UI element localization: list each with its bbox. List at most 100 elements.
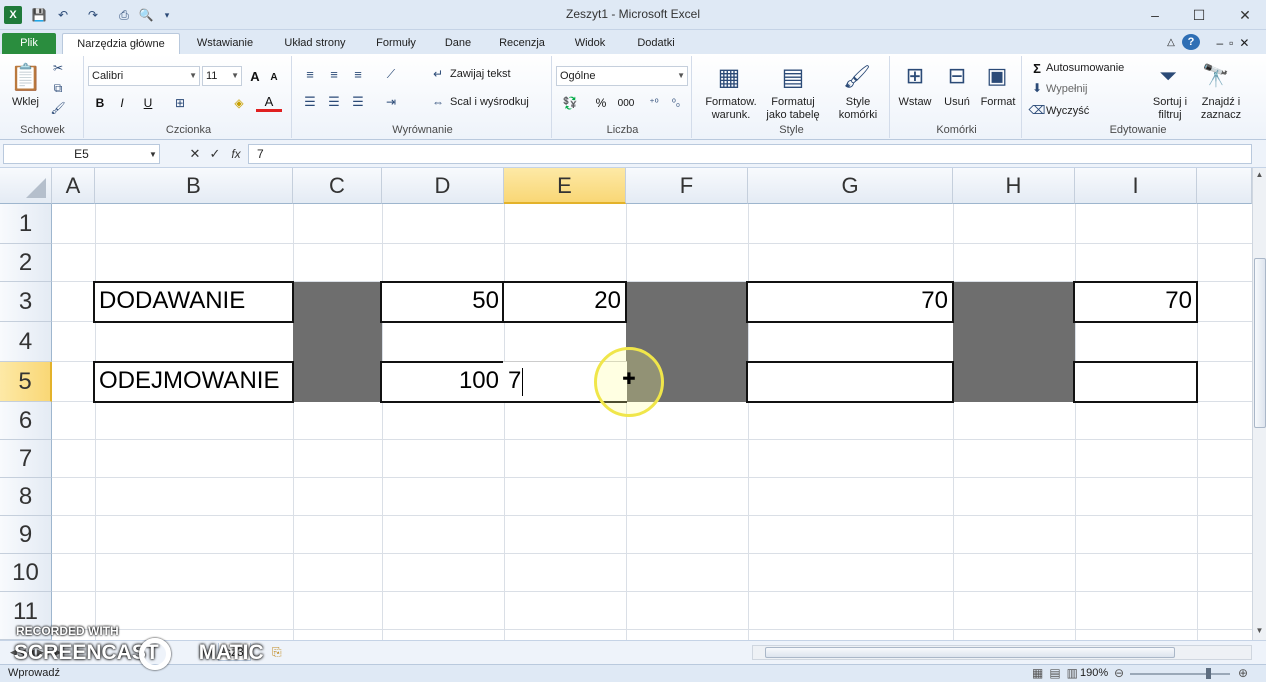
number-format-select[interactable]: Ogólne ▼: [556, 66, 688, 86]
zoom-out-button[interactable]: ⊖: [1114, 666, 1124, 680]
cell-d5[interactable]: 100: [380, 361, 505, 403]
tab-page-layout[interactable]: Układ strony: [272, 33, 358, 54]
row-header-3[interactable]: 3: [0, 282, 52, 322]
delete-cells-icon[interactable]: ⊟: [942, 60, 972, 92]
name-box-dropdown-icon[interactable]: ▼: [148, 146, 158, 162]
autosum-icon[interactable]: Σ: [1030, 60, 1044, 76]
format-as-table-line1[interactable]: Formatuj: [760, 96, 826, 108]
indent-icon[interactable]: ⇥: [378, 94, 404, 110]
fill-color-icon[interactable]: ◈: [226, 94, 252, 112]
merge-center-button[interactable]: Scal i wyśrodkuj: [450, 96, 529, 108]
zoom-slider-thumb[interactable]: [1206, 668, 1211, 679]
workbook-window-controls[interactable]: –▫✕: [1206, 33, 1266, 54]
vertical-scrollbar[interactable]: ▲ ▼: [1252, 168, 1266, 640]
wrap-text-icon[interactable]: ↵: [430, 66, 446, 82]
insert-cells-button[interactable]: Wstaw: [896, 96, 934, 108]
row-header-8[interactable]: 8: [0, 478, 52, 516]
align-bottom-icon[interactable]: ≡: [348, 66, 368, 82]
cell-styles-icon[interactable]: 🖌: [840, 60, 874, 94]
row-header-9[interactable]: 9: [0, 516, 52, 554]
comma-style-button[interactable]: 000: [614, 94, 638, 112]
bold-button[interactable]: B: [92, 94, 108, 112]
wrap-text-button[interactable]: Zawijaj tekst: [450, 68, 511, 80]
cell-i3[interactable]: 70: [1073, 281, 1198, 323]
cell-b3[interactable]: DODAWANIE: [93, 281, 294, 323]
delete-cells-button[interactable]: Usuń: [938, 96, 976, 108]
zoom-level[interactable]: 190%: [1080, 667, 1108, 679]
view-buttons-icon[interactable]: ▦▤▥: [1032, 666, 1084, 680]
align-top-icon[interactable]: ≡: [300, 66, 320, 82]
format-as-table-line2[interactable]: jako tabelę: [760, 109, 826, 121]
row-header-4[interactable]: 4: [0, 322, 52, 362]
orientation-icon[interactable]: ⟋: [378, 66, 404, 82]
zoom-in-button[interactable]: ⊕: [1238, 666, 1248, 680]
shrink-font-icon[interactable]: A: [266, 68, 282, 86]
select-all-corner[interactable]: [0, 168, 52, 204]
conditional-formatting-icon[interactable]: ▦: [712, 60, 746, 94]
font-size-select[interactable]: 11 ▼: [202, 66, 242, 86]
tab-file[interactable]: Plik: [2, 33, 56, 54]
horizontal-scroll-thumb[interactable]: [765, 647, 1175, 658]
gray-fill-c3-c5[interactable]: [293, 282, 382, 402]
tab-addins[interactable]: Dodatki: [626, 33, 686, 54]
zoom-slider-track[interactable]: [1130, 673, 1230, 675]
row-header-6[interactable]: 6: [0, 402, 52, 440]
sort-filter-line2[interactable]: filtruj: [1146, 109, 1194, 121]
insert-cells-icon[interactable]: ⊞: [900, 60, 930, 92]
tab-formulas[interactable]: Formuły: [366, 33, 426, 54]
help-icon[interactable]: ?: [1182, 34, 1200, 50]
tab-home[interactable]: Narzędzia główne: [62, 33, 180, 54]
font-name-select[interactable]: Calibri ▼: [88, 66, 200, 86]
cell-d3[interactable]: 50: [380, 281, 505, 323]
tab-view[interactable]: Widok: [562, 33, 618, 54]
autosum-button[interactable]: Autosumowanie: [1046, 62, 1124, 74]
cell-g5[interactable]: [746, 361, 954, 403]
sort-filter-line1[interactable]: Sortuj i: [1146, 96, 1194, 108]
row-header-2[interactable]: 2: [0, 244, 52, 282]
align-right-icon[interactable]: ☰: [348, 94, 368, 110]
align-middle-icon[interactable]: ≡: [324, 66, 344, 82]
column-header-h[interactable]: H: [953, 168, 1075, 204]
currency-format-icon[interactable]: 💱: [558, 94, 582, 112]
clear-button[interactable]: Wyczyść: [1046, 105, 1089, 117]
column-header-a[interactable]: A: [52, 168, 95, 204]
conditional-formatting-line1[interactable]: Formatow.: [700, 96, 762, 108]
paste-icon[interactable]: 📋: [10, 60, 42, 94]
fill-icon[interactable]: ⬇: [1030, 80, 1044, 96]
align-left-icon[interactable]: ☰: [300, 94, 320, 110]
row-header-5[interactable]: 5: [0, 362, 52, 402]
tab-data[interactable]: Dane: [434, 33, 482, 54]
column-header-next[interactable]: [1197, 168, 1252, 204]
percent-style-button[interactable]: %: [592, 94, 610, 112]
row-header-7[interactable]: 7: [0, 440, 52, 478]
decrease-decimal-icon[interactable]: ⁰₀: [666, 94, 686, 112]
borders-icon[interactable]: ⊞: [166, 94, 194, 112]
cell-b5[interactable]: ODEJMOWANIE: [93, 361, 294, 403]
column-header-d[interactable]: D: [382, 168, 504, 204]
column-header-b[interactable]: B: [95, 168, 293, 204]
font-color-icon[interactable]: A: [256, 94, 282, 112]
insert-function-button[interactable]: fx: [226, 144, 246, 164]
maximize-button[interactable]: ☐: [1182, 4, 1216, 26]
row-header-1[interactable]: 1: [0, 204, 52, 244]
scroll-down-icon[interactable]: ▼: [1253, 624, 1266, 638]
ribbon-minimize-icon[interactable]: △: [1162, 33, 1180, 54]
format-painter-icon[interactable]: 🖌: [50, 100, 66, 116]
tab-insert[interactable]: Wstawianie: [186, 33, 264, 54]
copy-icon[interactable]: ⧉: [50, 80, 66, 96]
cell-styles-line1[interactable]: Style: [830, 96, 886, 108]
fill-button[interactable]: Wypełnij: [1046, 83, 1087, 95]
find-select-icon[interactable]: 🔭: [1200, 60, 1232, 92]
format-cells-icon[interactable]: ▣: [982, 60, 1012, 92]
conditional-formatting-line2[interactable]: warunk.: [700, 109, 762, 121]
clear-icon[interactable]: ⌫: [1029, 102, 1046, 118]
paste-button[interactable]: Wklej: [12, 96, 39, 108]
tab-review[interactable]: Recenzja: [490, 33, 554, 54]
gray-fill-h3-h5[interactable]: [953, 282, 1075, 402]
minimize-button[interactable]: –: [1138, 4, 1172, 26]
column-header-i[interactable]: I: [1075, 168, 1197, 204]
vertical-scroll-thumb[interactable]: [1254, 258, 1266, 428]
cancel-entry-button[interactable]: ✕: [186, 144, 204, 164]
insert-sheet-icon[interactable]: ⎘: [266, 643, 288, 661]
row-header-10[interactable]: 10: [0, 554, 52, 592]
